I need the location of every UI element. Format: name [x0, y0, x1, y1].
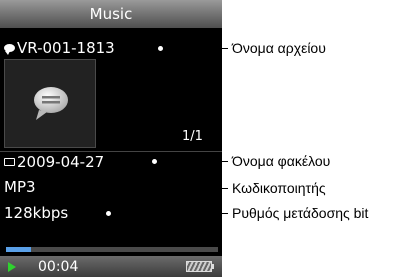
codec: MP3	[4, 178, 36, 196]
screen-title: Music	[0, 0, 222, 28]
file-name-row: VR-001-1813	[4, 38, 115, 58]
callout-line	[156, 161, 228, 162]
player-screen: Music VR-001-1813 1/1 2009-04-27 MP3 128…	[0, 0, 222, 277]
callout-line	[222, 188, 228, 189]
progress-fill	[6, 247, 32, 252]
folder-name-row: 2009-04-27	[4, 152, 104, 172]
elapsed-time: 00:04	[38, 259, 79, 275]
folder-name-callout: Όνομα φακέλου	[232, 153, 331, 169]
callout-line	[112, 213, 228, 214]
battery-icon	[186, 261, 214, 272]
file-name-callout: Όνομα αρχείου	[232, 40, 326, 56]
play-icon	[8, 262, 16, 272]
callout-dot	[151, 158, 158, 165]
album-art	[4, 59, 96, 148]
speech-bubble-icon	[34, 87, 68, 120]
folder-icon	[4, 158, 15, 166]
callout-dot	[105, 210, 112, 217]
codec-callout: Κωδικοποιητής	[232, 180, 326, 196]
speech-bubble-icon	[4, 44, 15, 55]
progress-bar	[6, 247, 218, 252]
page-counter: 1/1	[182, 129, 203, 144]
status-bar: 00:04	[0, 256, 222, 277]
callout-line	[162, 48, 228, 49]
bitrate-callout: Ρυθμός μετάδοσης bit	[232, 205, 369, 221]
folder-name: 2009-04-27	[17, 153, 105, 171]
file-name: VR-001-1813	[17, 39, 115, 57]
bitrate: 128kbps	[4, 204, 69, 222]
callout-dot	[157, 45, 164, 52]
